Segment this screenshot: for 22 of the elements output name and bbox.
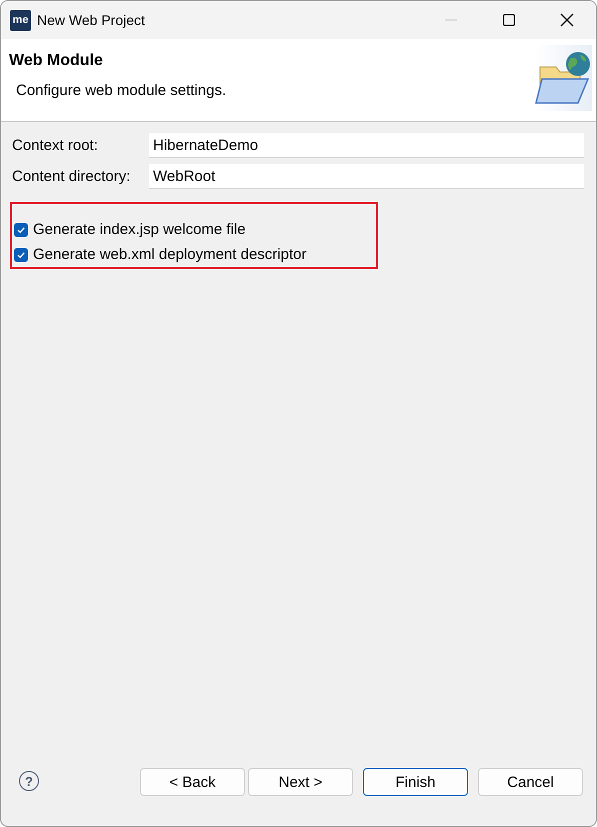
checkmark-icon <box>16 250 26 260</box>
field-label: Content directory: <box>11 168 132 185</box>
folder-globe-icon <box>534 45 592 111</box>
close-icon <box>560 13 574 27</box>
window-title: New Web Project <box>37 12 145 28</box>
page-title: Web Module <box>9 52 104 70</box>
help-button[interactable]: ? <box>19 771 39 791</box>
dialog-button[interactable]: < Back <box>140 768 245 796</box>
dialog-button[interactable]: Cancel <box>478 768 583 796</box>
dialog-button[interactable]: Finish <box>363 768 468 796</box>
checkbox-label: Generate web.xml deployment descriptor <box>33 246 306 263</box>
checkbox-label: Generate index.jsp welcome file <box>33 221 246 238</box>
maximize-icon <box>503 14 515 26</box>
dialog-button[interactable]: Next > <box>248 768 353 796</box>
field-label: Context root: <box>11 137 99 154</box>
checkbox[interactable] <box>14 248 28 262</box>
text-field[interactable]: WebRoot <box>149 164 584 189</box>
page-description: Configure web module settings. <box>16 82 226 99</box>
checkmark-icon <box>16 224 26 234</box>
app-logo: me <box>10 10 31 30</box>
text-field[interactable]: HibernateDemo <box>149 133 584 158</box>
checkbox[interactable] <box>14 222 28 236</box>
